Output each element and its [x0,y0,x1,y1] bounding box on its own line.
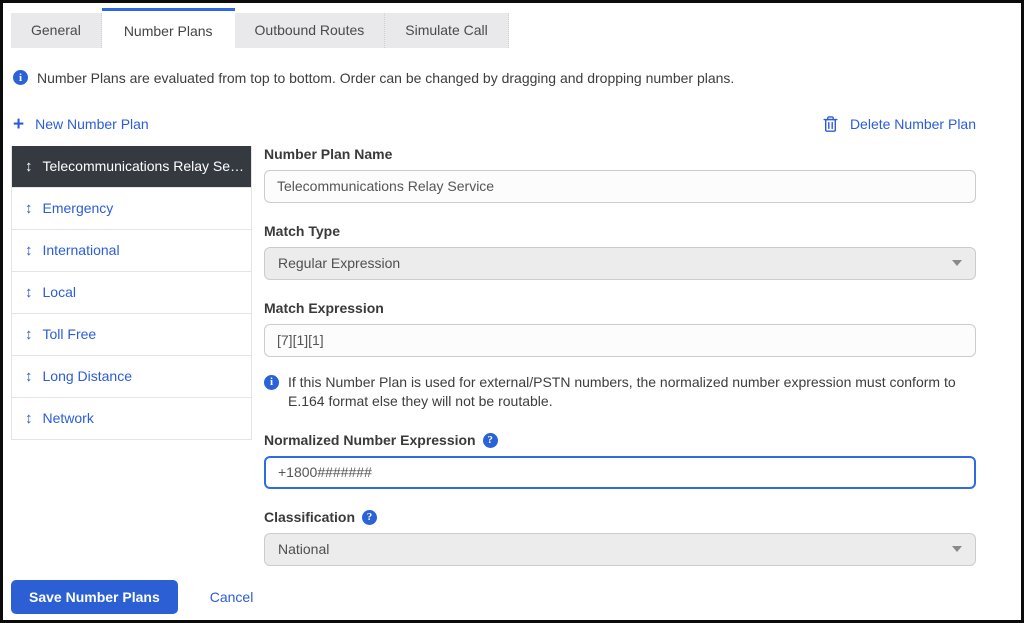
info-icon: i [264,374,279,390]
chevron-down-icon [952,260,962,267]
main-content: ↕ Telecommunications Relay Se… ↕ Emergen… [11,145,976,566]
number-plan-name-input[interactable] [264,169,976,203]
match-type-label-text: Match Type [264,222,340,239]
match-expression-input[interactable] [264,323,976,357]
drag-reorder-icon[interactable]: ↕ [25,159,33,174]
save-number-plans-button[interactable]: Save Number Plans [11,579,178,614]
plan-item-label: Emergency [42,200,114,217]
info-banner: i Number Plans are evaluated from top to… [13,69,1011,89]
classification-select[interactable]: National [264,532,976,566]
delete-number-plan-button[interactable]: Delete Number Plan [822,115,976,133]
normalized-number-expression-label-text: Normalized Number Expression [264,431,476,448]
match-type-label: Match Type [264,223,976,239]
tab-outbound-routes[interactable]: Outbound Routes [234,13,386,48]
plan-item-label: Long Distance [42,368,133,385]
delete-number-plan-label: Delete Number Plan [849,116,976,133]
classification-selected-value: National [278,541,330,558]
match-expression-label: Match Expression [264,300,976,316]
info-icon: i [13,70,28,85]
plan-item-label: Telecommunications Relay Se… [42,158,245,175]
tab-number-plans[interactable]: Number Plans [101,8,235,52]
number-plan-name-label-text: Number Plan Name [264,145,393,162]
chevron-down-icon [952,546,962,553]
normalized-number-expression-label: Normalized Number Expression ? [264,432,976,448]
drag-reorder-icon[interactable]: ↕ [25,243,33,258]
new-number-plan-label: New Number Plan [35,116,149,133]
normalized-number-expression-input[interactable] [264,455,976,489]
e164-note: i If this Number Plan is used for extern… [264,373,976,412]
plan-item-international[interactable]: ↕ International [12,229,251,272]
match-type-selected-value: Regular Expression [278,255,401,272]
tab-bar: General Number Plans Outbound Routes Sim… [3,3,1021,55]
drag-reorder-icon[interactable]: ↕ [25,285,33,300]
number-plan-name-label: Number Plan Name [264,146,976,162]
tab-general[interactable]: General [11,13,102,48]
cancel-button[interactable]: Cancel [210,589,254,605]
number-plans-page: General Number Plans Outbound Routes Sim… [0,0,1024,623]
plan-item-label: International [42,242,120,259]
plan-item-label: Toll Free [42,326,97,343]
e164-note-text: If this Number Plan is used for external… [288,373,956,410]
help-icon[interactable]: ? [362,509,378,525]
plan-item-label: Network [42,410,94,427]
drag-reorder-icon[interactable]: ↕ [25,201,33,216]
match-expression-label-text: Match Expression [264,299,384,316]
plan-item-long-distance[interactable]: ↕ Long Distance [12,355,251,398]
plan-item-local[interactable]: ↕ Local [12,271,251,314]
number-plan-form: Number Plan Name Match Type Regular Expr… [264,146,976,566]
plus-icon: + [13,113,25,135]
plan-item-toll-free[interactable]: ↕ Toll Free [12,313,251,356]
plan-item-emergency[interactable]: ↕ Emergency [12,187,251,230]
info-banner-text: Number Plans are evaluated from top to b… [37,70,735,86]
footer-actions: Save Number Plans Cancel [11,579,1011,614]
trash-icon [822,115,839,133]
classification-label: Classification ? [264,509,976,525]
actions-row: + New Number Plan Delete Number Plan [13,115,976,134]
number-plan-list: ↕ Telecommunications Relay Se… ↕ Emergen… [11,145,252,440]
plan-item-label: Local [42,284,76,301]
match-type-select[interactable]: Regular Expression [264,246,976,280]
plan-item-network[interactable]: ↕ Network [12,397,251,439]
help-icon[interactable]: ? [482,432,498,448]
classification-label-text: Classification [264,508,356,525]
new-number-plan-button[interactable]: + New Number Plan [13,115,149,134]
drag-reorder-icon[interactable]: ↕ [25,369,33,384]
plan-item-telecommunications-relay-service[interactable]: ↕ Telecommunications Relay Se… [12,145,251,188]
tab-simulate-call[interactable]: Simulate Call [385,13,509,48]
drag-reorder-icon[interactable]: ↕ [25,327,33,342]
drag-reorder-icon[interactable]: ↕ [25,411,33,426]
